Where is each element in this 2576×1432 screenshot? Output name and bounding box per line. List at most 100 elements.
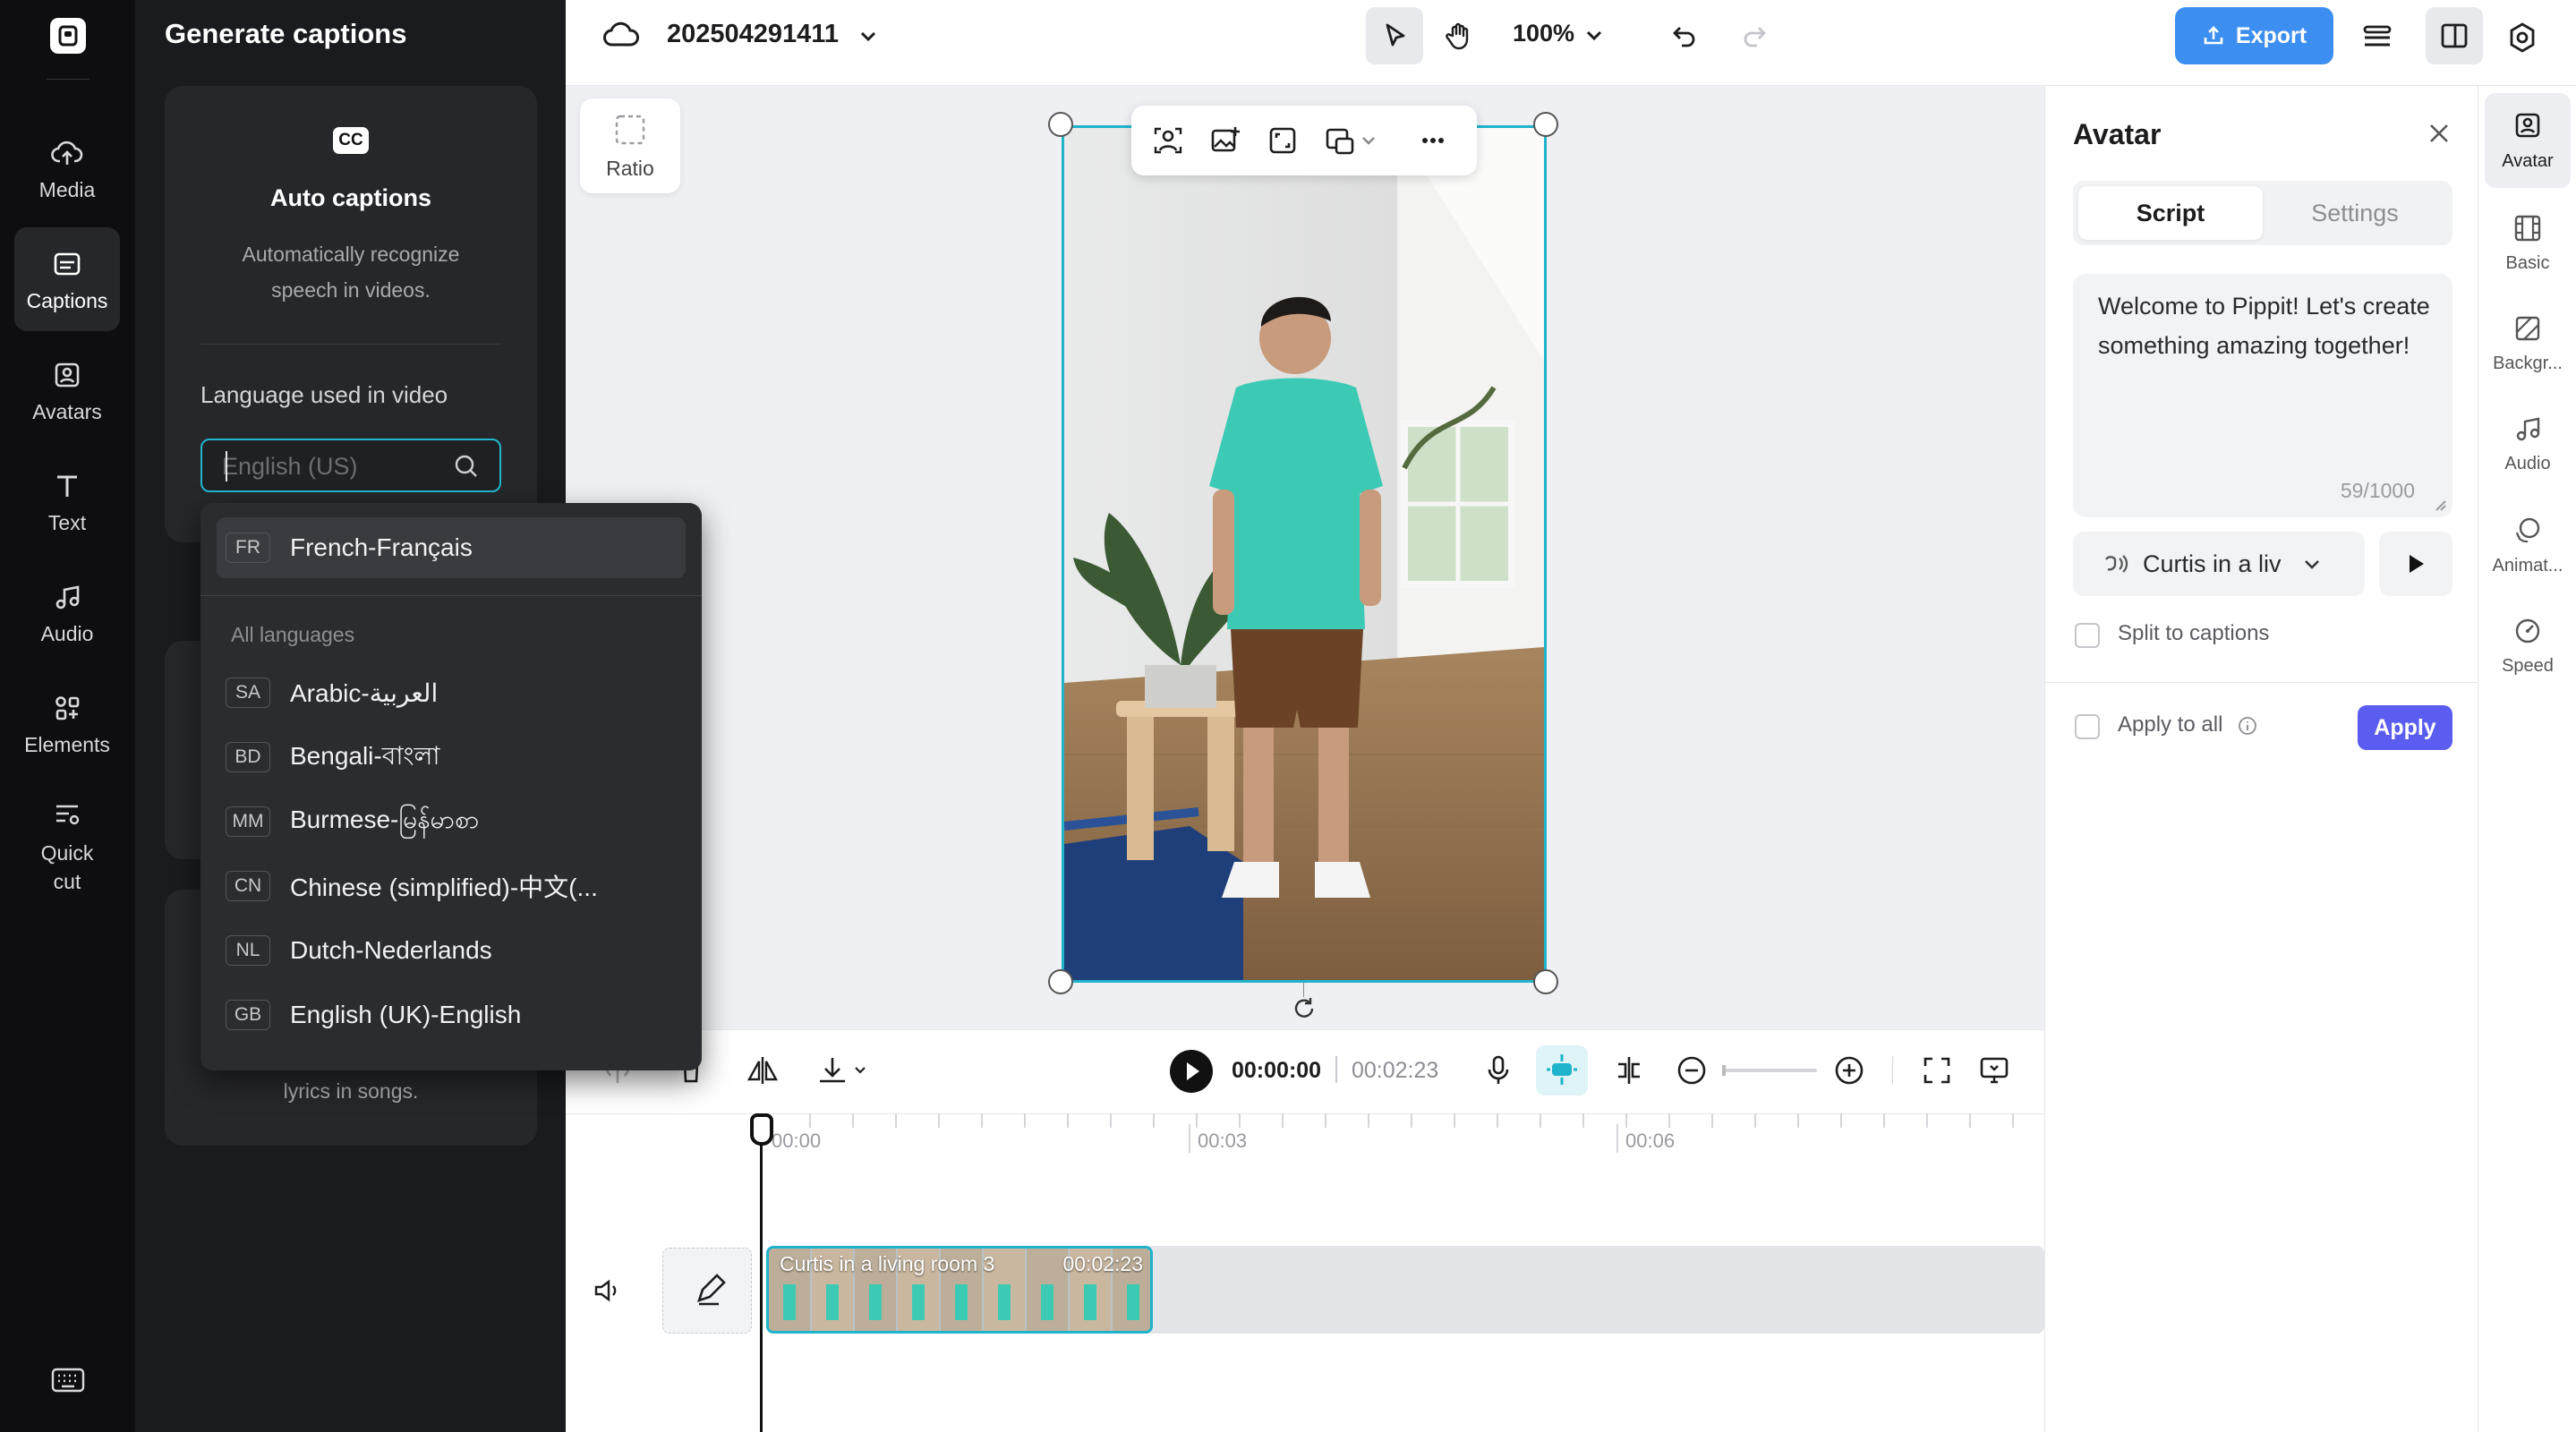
- clip-thumbnail-figure: [955, 1284, 968, 1320]
- language-option[interactable]: GB English (UK)-English: [217, 984, 686, 1045]
- preview-mode-button[interactable]: [1976, 1053, 2012, 1088]
- track-edit-button[interactable]: [662, 1248, 752, 1334]
- voice-preview-button[interactable]: [2379, 532, 2452, 596]
- background-replace-icon[interactable]: [1323, 124, 1357, 158]
- rail-item-elements[interactable]: Elements: [14, 671, 120, 775]
- language-option[interactable]: MM Burmese-မြန်မာစာ: [217, 791, 686, 852]
- language-option[interactable]: CN Chinese (simplified)-中文(...: [217, 856, 686, 916]
- cursor-arrow-icon: [1386, 23, 1405, 47]
- cloud-icon: [603, 21, 639, 47]
- magnet-snap-toggle[interactable]: [1536, 1045, 1588, 1095]
- layers-button[interactable]: [2352, 13, 2402, 63]
- language-search-field[interactable]: [200, 439, 501, 492]
- left-rail: Media Captions Avatars Text Audio Elemen…: [0, 0, 135, 1432]
- rail-item-media[interactable]: Media: [14, 116, 120, 220]
- tab-script[interactable]: Script: [2078, 186, 2263, 240]
- prop-tab-avatar[interactable]: Avatar: [2485, 93, 2571, 188]
- record-voice-button[interactable]: [1480, 1053, 1516, 1088]
- zoom-out-button[interactable]: [1674, 1053, 1710, 1088]
- language-name: Bengali-বাংলা: [290, 741, 440, 770]
- track-mute-button[interactable]: [589, 1273, 625, 1308]
- rotate-icon: [1294, 998, 1314, 1018]
- resize-handle-top-left[interactable]: [1048, 112, 1073, 137]
- chevron-down-icon[interactable]: [1359, 124, 1378, 158]
- crop-frame-icon[interactable]: [1266, 124, 1300, 158]
- prop-tab-label: Avatar: [2502, 150, 2554, 171]
- language-code: BD: [226, 742, 270, 772]
- language-code: GB: [226, 1000, 270, 1030]
- language-name: English (UK)-English: [290, 1001, 522, 1028]
- tab-settings[interactable]: Settings: [2263, 186, 2447, 240]
- select-tool-button[interactable]: [1366, 7, 1423, 64]
- more-options-icon[interactable]: [1416, 124, 1450, 158]
- character-count: 59/1000: [2340, 479, 2415, 502]
- clip-thumbnail-figure: [869, 1284, 882, 1320]
- prop-tab-animation[interactable]: Animat...: [2485, 498, 2571, 592]
- voice-select[interactable]: Curtis in a liv: [2073, 532, 2365, 596]
- timeline-zoom-slider[interactable]: [1722, 1065, 1817, 1076]
- project-menu-chevron[interactable]: [856, 23, 881, 48]
- hand-tool-button[interactable]: [1430, 7, 1488, 64]
- export-button[interactable]: Export: [2175, 7, 2333, 64]
- script-textarea[interactable]: Welcome to Pippit! Let's create somethin…: [2073, 274, 2452, 517]
- rail-item-audio[interactable]: Audio: [14, 560, 120, 664]
- panel-toggle-button[interactable]: [2426, 7, 2483, 64]
- cloud-sync-button[interactable]: [601, 16, 643, 55]
- rotate-connector: [1303, 983, 1304, 997]
- rotate-handle[interactable]: [1291, 995, 1318, 1022]
- clip-thumbnail-figure: [1127, 1284, 1139, 1320]
- timeline-panel: [566, 1029, 2044, 1432]
- search-icon[interactable]: [453, 453, 480, 480]
- info-circle-icon: [2239, 717, 2256, 735]
- align-split-button[interactable]: [1611, 1053, 1647, 1088]
- app-logo[interactable]: [50, 18, 86, 54]
- video-preview[interactable]: [1062, 125, 1547, 983]
- script-text[interactable]: Welcome to Pippit! Let's create somethin…: [2098, 286, 2438, 365]
- playhead-handle[interactable]: [750, 1113, 773, 1146]
- prop-tab-basic[interactable]: Basic: [2485, 195, 2571, 290]
- zoom-chevron[interactable]: [1582, 23, 1606, 47]
- playhead-line[interactable]: [760, 1117, 763, 1432]
- chevron-down-icon: [1586, 30, 1602, 41]
- prop-tab-speed[interactable]: Speed: [2485, 598, 2571, 693]
- download-button[interactable]: [815, 1053, 877, 1088]
- prop-tab-background[interactable]: Backgr...: [2485, 295, 2571, 390]
- resize-handle-bottom-right[interactable]: [1533, 969, 1558, 994]
- redo-button[interactable]: [1733, 16, 1776, 55]
- auto-captions-card[interactable]: CC Auto captions Automatically recognize…: [165, 86, 537, 542]
- avatar-swap-icon[interactable]: [1151, 124, 1185, 158]
- ruler-major-tick: [1189, 1124, 1190, 1153]
- language-search-input[interactable]: [220, 449, 444, 483]
- flip-icon: [746, 1057, 779, 1084]
- resize-handle-top-right[interactable]: [1533, 112, 1558, 137]
- language-option[interactable]: SA Arabic-العربية: [217, 662, 686, 723]
- resize-handle-bottom-left[interactable]: [1048, 969, 1073, 994]
- split-captions-checkbox[interactable]: [2075, 623, 2100, 648]
- ratio-button[interactable]: Ratio: [580, 98, 680, 193]
- keyboard-shortcuts-button[interactable]: [48, 1364, 88, 1396]
- zoom-in-button[interactable]: [1831, 1053, 1867, 1088]
- zoom-level[interactable]: 100%: [1513, 20, 1574, 47]
- fullscreen-button[interactable]: [1919, 1053, 1955, 1088]
- slider-knob[interactable]: [1722, 1065, 1726, 1076]
- close-panel-button[interactable]: [2424, 118, 2454, 149]
- language-option-highlighted[interactable]: FR French-Français: [217, 517, 686, 578]
- resize-grip-icon[interactable]: [2431, 496, 2447, 512]
- prop-tab-audio[interactable]: Audio: [2485, 396, 2571, 490]
- language-option[interactable]: NL Dutch-Nederlands: [217, 920, 686, 981]
- replace-image-icon[interactable]: [1208, 124, 1242, 158]
- play-button[interactable]: [1169, 1049, 1214, 1094]
- rail-item-captions[interactable]: Captions: [14, 227, 120, 331]
- settings-button[interactable]: [2497, 13, 2547, 63]
- info-icon[interactable]: [2238, 716, 2257, 736]
- rail-item-quick-cut[interactable]: Quick cut: [14, 788, 120, 904]
- apply-to-all-checkbox[interactable]: [2075, 714, 2100, 739]
- flip-button[interactable]: [745, 1053, 780, 1088]
- avatar-video-clip[interactable]: Curtis in a living room 3 00:02:23: [766, 1246, 1153, 1334]
- project-name[interactable]: 202504291411: [667, 20, 839, 49]
- rail-item-text[interactable]: Text: [14, 449, 120, 553]
- rail-item-avatars[interactable]: Avatars: [14, 338, 120, 442]
- language-option[interactable]: BD Bengali-বাংলা: [217, 727, 686, 788]
- apply-button[interactable]: Apply: [2358, 705, 2452, 750]
- undo-button[interactable]: [1663, 16, 1706, 55]
